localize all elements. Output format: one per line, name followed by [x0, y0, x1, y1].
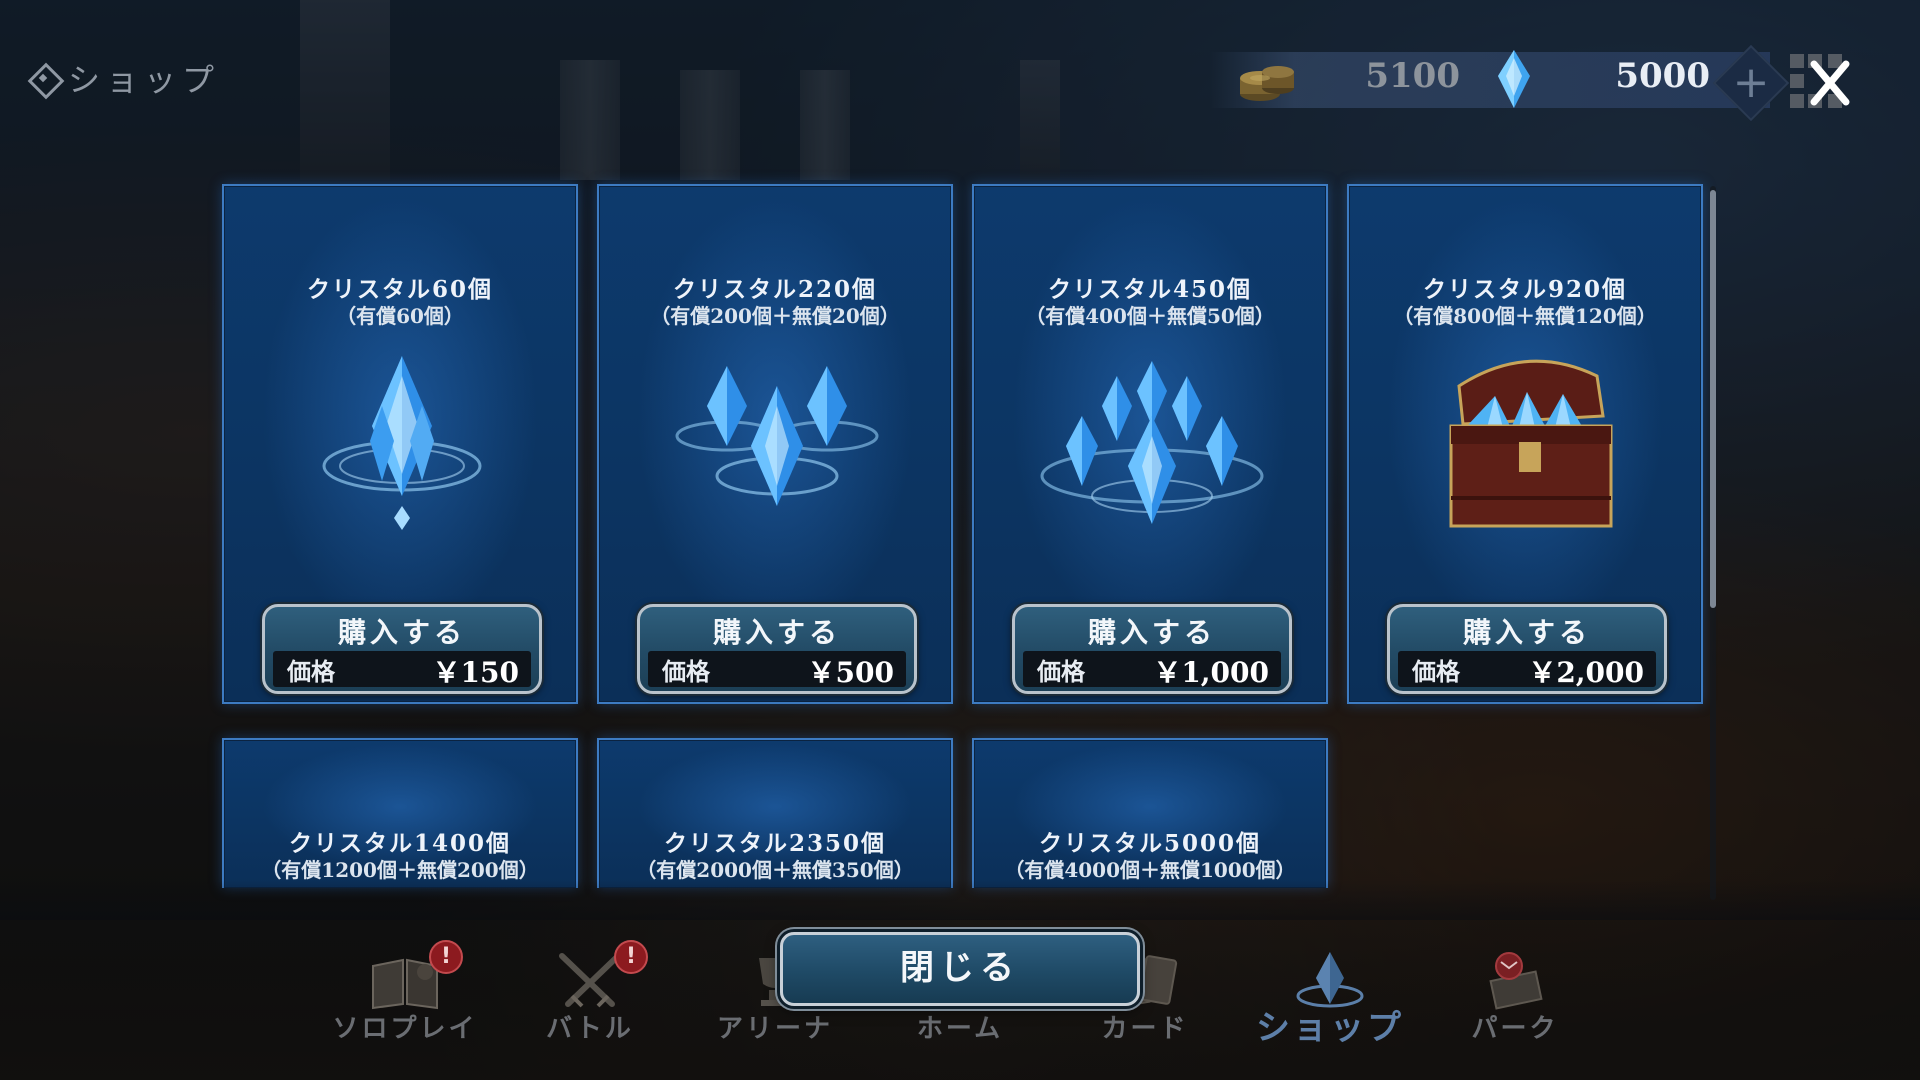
nav-label: バトル — [546, 1014, 634, 1044]
single-crystal-icon — [322, 356, 482, 530]
nav-label: アリーナ — [716, 1014, 833, 1044]
park-mail-icon — [1489, 952, 1543, 1010]
price-bar: 価格 ￥500 — [648, 651, 906, 689]
price-value: ￥2,000 — [1528, 656, 1644, 689]
alert-badge: ! — [429, 940, 463, 974]
price-label: 価格 — [1037, 657, 1085, 686]
product-detail: （有償60個） — [336, 304, 464, 328]
product-detail: （有償200個＋無償20個） — [650, 304, 900, 328]
price-bar: 価格 ￥1,000 — [1023, 651, 1281, 689]
price-value: ￥1,000 — [1153, 656, 1269, 689]
nav-solo-play[interactable]: ! ソロプレイ — [325, 940, 485, 1050]
price-bar: 価格 ￥150 — [273, 651, 531, 689]
product-title: クリスタル60個 — [306, 276, 493, 303]
product-detail: （有償2000個＋無償350個） — [636, 858, 914, 882]
price-label: 価格 — [287, 657, 335, 686]
three-crystals-icon — [675, 366, 879, 506]
close-button[interactable]: 閉じる — [780, 932, 1140, 1006]
buy-label: 購入する — [337, 616, 466, 649]
product-detail: （有償1200個＋無償200個） — [261, 858, 539, 882]
product-detail: （有償4000個＋無償1000個） — [1004, 858, 1296, 882]
buy-button[interactable]: 購入する 価格 ￥1,000 — [1012, 604, 1292, 694]
product-card-60: クリスタル60個 （有償60個） 購入する 価格 ￥150 — [222, 184, 578, 704]
price-bar: 価格 ￥2,000 — [1398, 651, 1656, 689]
six-crystals-icon — [1040, 361, 1264, 524]
product-title: クリスタル1400個 — [288, 830, 511, 857]
product-title: クリスタル2350個 — [663, 830, 886, 857]
list-fade — [0, 880, 1920, 920]
product-title: クリスタル450個 — [1047, 276, 1252, 303]
buy-button[interactable]: 購入する 価格 ￥150 — [262, 604, 542, 694]
buy-label: 購入する — [1087, 616, 1216, 649]
alert-badge: ! — [614, 940, 648, 974]
nav-park[interactable]: パーク — [1435, 940, 1595, 1050]
product-card-2350[interactable]: クリスタル2350個 （有償2000個＋無償350個） — [597, 738, 953, 888]
product-card-450: クリスタル450個 （有償400個＋無償50個） 購入する 価格 ￥1,000 — [972, 184, 1328, 704]
price-value: ￥150 — [432, 656, 519, 689]
buy-button[interactable]: 購入する 価格 ￥2,000 — [1387, 604, 1667, 694]
nav-label: パーク — [1471, 1014, 1559, 1044]
nav-shop[interactable]: ショップ — [1250, 940, 1410, 1050]
product-title: クリスタル220個 — [672, 276, 877, 303]
product-title: クリスタル5000個 — [1038, 830, 1261, 857]
product-detail: （有償800個＋無償120個） — [1393, 304, 1657, 328]
treasure-chest-icon — [1449, 359, 1613, 528]
product-card-5000[interactable]: クリスタル5000個 （有償4000個＋無償1000個） — [972, 738, 1328, 888]
product-card-1400[interactable]: クリスタル1400個 （有償1200個＋無償200個） — [222, 738, 578, 888]
product-card-220: クリスタル220個 （有償200個＋無償20個） 購入する 価格 ￥500 — [597, 184, 953, 704]
price-label: 価格 — [662, 657, 710, 686]
nav-label: ソロプレイ — [332, 1014, 478, 1044]
buy-button[interactable]: 購入する 価格 ￥500 — [637, 604, 917, 694]
buy-label: 購入する — [712, 616, 841, 649]
price-value: ￥500 — [807, 656, 894, 689]
nav-label: ホーム — [916, 1014, 1004, 1044]
nav-battle[interactable]: ! バトル — [510, 940, 670, 1050]
product-title: クリスタル920個 — [1422, 276, 1627, 303]
nav-label: カード — [1101, 1014, 1189, 1044]
price-label: 価格 — [1412, 657, 1460, 686]
product-card-920: クリスタル920個 （有償800個＋無償120個） 購入する 価格 ￥2,000 — [1347, 184, 1703, 704]
buy-label: 購入する — [1462, 616, 1591, 649]
nav-label: ショップ — [1256, 1008, 1404, 1048]
product-detail: （有償400個＋無償50個） — [1025, 304, 1275, 328]
scrollbar-thumb[interactable] — [1710, 190, 1716, 608]
